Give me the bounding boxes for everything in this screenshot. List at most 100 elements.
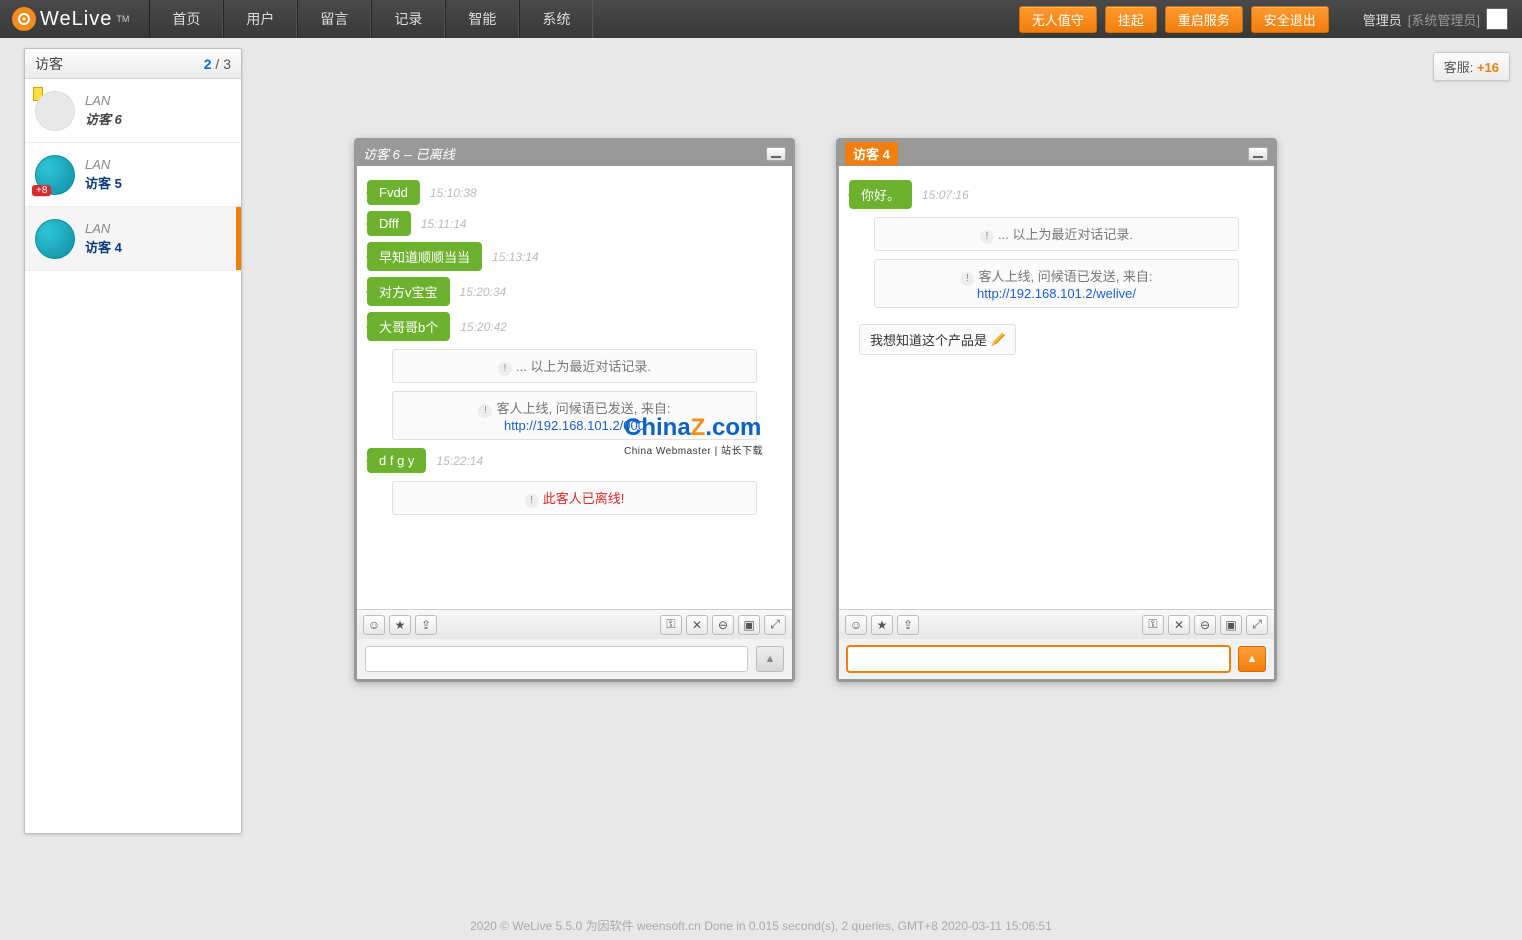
system-notice: !... 以上为最近对话记录.	[874, 217, 1239, 251]
visitor-lan: LAN	[85, 156, 122, 174]
source-link[interactable]: http://192.168.101.2/welive/	[977, 286, 1136, 301]
input-bar: ▲	[357, 639, 792, 679]
chat-body[interactable]: 你好。15:07:16 !... 以上为最近对话记录. !客人上线, 问候语已发…	[839, 166, 1274, 609]
user-area[interactable]: 管理员 [系统管理员]	[1333, 8, 1514, 30]
message-input[interactable]	[847, 646, 1230, 672]
avatar[interactable]	[1486, 8, 1508, 30]
ban-icon[interactable]: ⊖	[712, 615, 734, 635]
source-link[interactable]: http://192.168.101.2/000	[504, 418, 645, 433]
expand-icon[interactable]: ⤢	[764, 615, 786, 635]
star-icon[interactable]: ★	[871, 615, 893, 635]
nav-ai[interactable]: 智能	[445, 0, 519, 38]
visitor-item-5[interactable]: +8 LAN 访客 5	[25, 143, 241, 207]
visitor-name: 访客 6	[85, 111, 122, 129]
chat-body[interactable]: Fvdd 15:10:38 Dfff 15:11:14 早知道顺顺当当 15:13:1…	[357, 166, 792, 609]
msg-time: 15:13:14	[492, 250, 539, 264]
app-name: WeLive	[40, 8, 112, 31]
visitor-item-6[interactable]: LAN 访客 6	[25, 79, 241, 143]
sidebar-header: 访客 2 / 3	[25, 49, 241, 79]
msg-bubble: d f g y	[367, 448, 426, 473]
expand-icon[interactable]: ⤢	[1246, 615, 1268, 635]
chat-toolbar: ☺ ★ ⇪ ⚿ ✕ ⊖ ▣ ⤢	[839, 609, 1274, 639]
system-notice: !客人上线, 问候语已发送, 来自:http://192.168.101.2/w…	[874, 259, 1239, 308]
chat-window-4: 访客 4 你好。15:07:16 !... 以上为最近对话记录. !客人上线, …	[836, 138, 1277, 682]
key-icon[interactable]: ⚿	[1142, 615, 1164, 635]
nav-users[interactable]: 用户	[223, 0, 297, 38]
chat-header[interactable]: 访客 6 -- 已离线	[357, 141, 792, 166]
star-icon[interactable]: ★	[389, 615, 411, 635]
service-label: 客服:	[1444, 60, 1474, 75]
msg-bubble: 早知道顺顺当当	[367, 242, 482, 271]
nav-records[interactable]: 记录	[371, 0, 445, 38]
main-nav: 首页 用户 留言 记录 智能 系统	[149, 0, 593, 38]
minimize-icon[interactable]	[766, 147, 786, 161]
info-icon: !	[960, 272, 974, 286]
system-notice: !客人上线, 问候语已发送, 来自:http://192.168.101.2/0…	[392, 391, 757, 440]
logo-icon	[12, 7, 36, 31]
logo[interactable]: WeLive TM	[8, 7, 149, 31]
send-button[interactable]: ▲	[756, 646, 784, 672]
chat-title: 访客 4	[845, 142, 898, 165]
topbar: WeLive TM 首页 用户 留言 记录 智能 系统 无人值守 挂起 重启服务…	[0, 0, 1522, 38]
visitor-name: 访客 4	[85, 239, 122, 257]
msg-time: 15:22:14	[436, 454, 483, 468]
trademark: TM	[116, 14, 129, 24]
upload-icon[interactable]: ⇪	[897, 615, 919, 635]
msg-time: 15:07:16	[922, 188, 969, 202]
msg-time: 15:11:14	[421, 217, 467, 231]
msg-time: 15:20:42	[460, 320, 507, 334]
user-name: 管理员	[1363, 10, 1402, 29]
msg-time: 15:20:34	[460, 285, 507, 299]
pencil-icon	[991, 333, 1005, 347]
nav-system[interactable]: 系统	[519, 0, 593, 38]
visitor-avatar: +8	[35, 155, 75, 195]
msg-bubble: Dfff	[367, 211, 411, 236]
minimize-icon[interactable]	[1248, 147, 1268, 161]
system-notice: !此客人已离线!	[392, 481, 757, 515]
info-icon: !	[980, 230, 994, 244]
chat-toolbar: ☺ ★ ⇪ ⚿ ✕ ⊖ ▣ ⤢	[357, 609, 792, 639]
msg-time: 15:10:38	[430, 186, 477, 200]
total-count: 3	[223, 56, 231, 72]
service-badge[interactable]: 客服: +16	[1433, 52, 1510, 81]
msg-bubble: Fvdd	[367, 180, 420, 205]
info-icon: !	[498, 362, 512, 376]
nav-home[interactable]: 首页	[149, 0, 223, 38]
close-icon[interactable]: ✕	[1168, 615, 1190, 635]
send-button[interactable]: ▲	[1238, 646, 1266, 672]
restart-button[interactable]: 重启服务	[1165, 6, 1243, 33]
msg-bubble: 大哥哥b个	[367, 312, 450, 341]
key-icon[interactable]: ⚿	[660, 615, 682, 635]
user-role: [系统管理员]	[1408, 10, 1480, 29]
chat-header[interactable]: 访客 4	[839, 141, 1274, 166]
visitor-sidebar: 访客 2 / 3 LAN 访客 6 +8 LAN 访客 5 LAN 访客 4	[24, 48, 242, 834]
info-icon: !	[478, 404, 492, 418]
chat-window-6: 访客 6 -- 已离线 Fvdd 15:10:38 Dfff 15:11:14 早知…	[354, 138, 795, 682]
emoji-icon[interactable]: ☺	[363, 615, 385, 635]
video-icon[interactable]: ▣	[738, 615, 760, 635]
visitor-avatar	[35, 219, 75, 259]
nav-messages[interactable]: 留言	[297, 0, 371, 38]
visitor-avatar	[35, 91, 75, 131]
logout-button[interactable]: 安全退出	[1251, 6, 1329, 33]
upload-icon[interactable]: ⇪	[415, 615, 437, 635]
ban-icon[interactable]: ⊖	[1194, 615, 1216, 635]
hold-button[interactable]: 挂起	[1105, 6, 1157, 33]
chat-title: 访客 6 -- 已离线	[363, 144, 455, 163]
info-icon: !	[525, 494, 539, 508]
msg-bubble: 对方v宝宝	[367, 277, 450, 306]
visitor-lan: LAN	[85, 92, 122, 110]
unread-badge: +8	[32, 185, 51, 196]
auto-button[interactable]: 无人值守	[1019, 6, 1097, 33]
message-input[interactable]	[365, 646, 748, 672]
typing-indicator: 我想知道这个产品是	[859, 324, 1016, 355]
visitor-item-4[interactable]: LAN 访客 4	[25, 207, 241, 271]
input-bar: ▲	[839, 639, 1274, 679]
visitor-name: 访客 5	[85, 175, 122, 193]
system-notice: !... 以上为最近对话记录.	[392, 349, 757, 383]
emoji-icon[interactable]: ☺	[845, 615, 867, 635]
sidebar-title: 访客	[35, 54, 63, 74]
service-count: +16	[1477, 60, 1499, 75]
video-icon[interactable]: ▣	[1220, 615, 1242, 635]
close-icon[interactable]: ✕	[686, 615, 708, 635]
